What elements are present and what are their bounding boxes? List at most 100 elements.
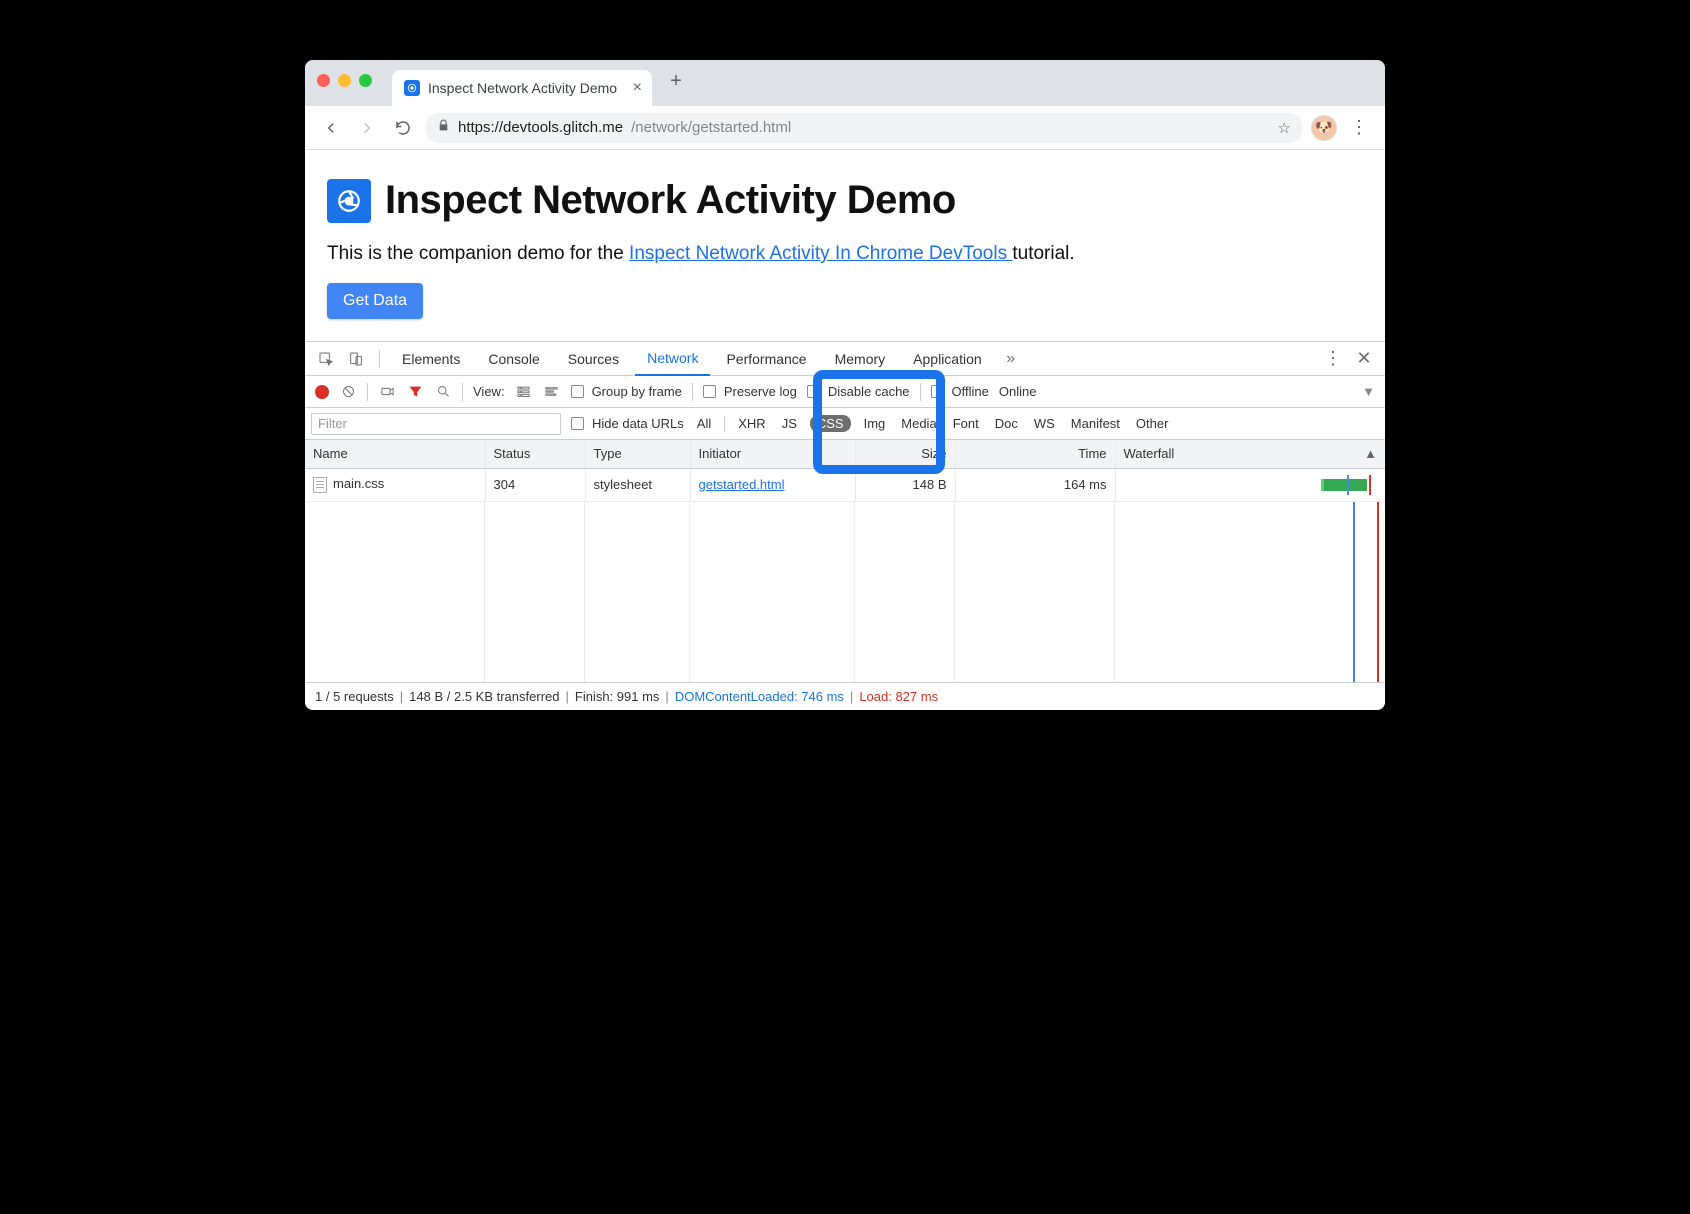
network-status-bar: 1 / 5 requests | 148 B / 2.5 KB transfer… xyxy=(305,682,1385,710)
filter-ws[interactable]: WS xyxy=(1031,415,1058,432)
sort-arrow-icon: ▲ xyxy=(1364,446,1377,461)
devtools-panel: Elements Console Sources Network Perform… xyxy=(305,341,1385,710)
clear-icon[interactable] xyxy=(339,383,357,401)
col-size[interactable]: Size xyxy=(855,440,955,468)
overview-icon[interactable] xyxy=(543,383,561,401)
url-host: https://devtools.glitch.me xyxy=(458,119,623,136)
cell-waterfall xyxy=(1115,468,1385,501)
tutorial-link[interactable]: Inspect Network Activity In Chrome DevTo… xyxy=(629,243,1012,264)
table-row[interactable]: main.css 304 stylesheet getstarted.html … xyxy=(305,468,1385,501)
address-bar: https://devtools.glitch.me/network/getst… xyxy=(305,106,1385,150)
status-dcl: DOMContentLoaded: 746 ms xyxy=(675,689,844,704)
subtext-after: tutorial. xyxy=(1012,243,1074,264)
page-subtext: This is the companion demo for the Inspe… xyxy=(327,243,1363,265)
page-content: Inspect Network Activity Demo This is th… xyxy=(305,150,1385,341)
large-rows-icon[interactable] xyxy=(515,383,533,401)
page-logo-icon xyxy=(327,179,371,223)
tab-strip: Inspect Network Activity Demo × + xyxy=(305,60,1385,106)
tab-elements[interactable]: Elements xyxy=(390,342,472,376)
filter-manifest[interactable]: Manifest xyxy=(1068,415,1123,432)
url-path: /network/getstarted.html xyxy=(631,119,791,136)
minimize-window-icon[interactable] xyxy=(338,74,351,87)
cell-initiator[interactable]: getstarted.html xyxy=(699,477,785,492)
device-toolbar-icon[interactable] xyxy=(343,346,369,372)
inspect-element-icon[interactable] xyxy=(313,346,339,372)
cell-time: 164 ms xyxy=(955,468,1115,501)
network-table-body-empty xyxy=(305,502,1385,682)
status-finish: Finish: 991 ms xyxy=(575,689,660,704)
online-label[interactable]: Online xyxy=(999,384,1037,399)
browser-tab[interactable]: Inspect Network Activity Demo × xyxy=(392,70,652,106)
filter-other[interactable]: Other xyxy=(1133,415,1172,432)
chrome-menu-icon[interactable]: ⋮ xyxy=(1345,114,1373,142)
group-by-frame-checkbox[interactable]: Group by frame xyxy=(571,384,682,399)
cell-name: main.css xyxy=(333,476,384,491)
tab-console[interactable]: Console xyxy=(476,342,551,376)
type-filters: All XHR JS CSS Img Media Font Doc WS Man… xyxy=(694,415,1172,432)
filter-media[interactable]: Media xyxy=(898,415,939,432)
get-data-button[interactable]: Get Data xyxy=(327,283,423,319)
tab-network[interactable]: Network xyxy=(635,342,710,376)
col-type[interactable]: Type xyxy=(585,440,690,468)
tab-application[interactable]: Application xyxy=(901,342,994,376)
forward-button[interactable] xyxy=(353,114,381,142)
offline-checkbox[interactable]: Offline xyxy=(931,384,989,399)
filter-css[interactable]: CSS xyxy=(810,415,851,432)
omnibox[interactable]: https://devtools.glitch.me/network/getst… xyxy=(425,113,1303,143)
col-initiator[interactable]: Initiator xyxy=(690,440,855,468)
close-tab-icon[interactable]: × xyxy=(633,79,642,97)
cell-status: 304 xyxy=(485,468,585,501)
search-icon[interactable] xyxy=(434,383,452,401)
bookmark-icon[interactable]: ☆ xyxy=(1278,119,1291,137)
profile-avatar[interactable]: 🐶 xyxy=(1311,115,1337,141)
devtools-tabs: Elements Console Sources Network Perform… xyxy=(305,342,1385,376)
camera-icon[interactable] xyxy=(378,383,396,401)
table-header-row: Name Status Type Initiator Size Time Wat… xyxy=(305,440,1385,468)
back-button[interactable] xyxy=(317,114,345,142)
tab-memory[interactable]: Memory xyxy=(823,342,898,376)
filter-doc[interactable]: Doc xyxy=(992,415,1021,432)
lock-icon xyxy=(437,119,450,136)
col-status[interactable]: Status xyxy=(485,440,585,468)
record-icon[interactable] xyxy=(315,385,329,399)
subtext-before: This is the companion demo for the xyxy=(327,243,629,264)
window-controls xyxy=(317,74,372,87)
filter-img[interactable]: Img xyxy=(861,415,889,432)
more-tabs-icon[interactable]: » xyxy=(998,346,1024,372)
browser-window: Inspect Network Activity Demo × + https:… xyxy=(305,60,1385,710)
tab-performance[interactable]: Performance xyxy=(714,342,818,376)
col-name[interactable]: Name xyxy=(305,440,485,468)
page-title: Inspect Network Activity Demo xyxy=(385,178,956,223)
filter-xhr[interactable]: XHR xyxy=(735,415,768,432)
network-filter-bar: Filter Hide data URLs All XHR JS CSS Img… xyxy=(305,408,1385,440)
reload-button[interactable] xyxy=(389,114,417,142)
tab-title: Inspect Network Activity Demo xyxy=(428,80,617,96)
file-icon xyxy=(313,477,327,493)
filter-icon[interactable] xyxy=(406,383,424,401)
tab-sources[interactable]: Sources xyxy=(556,342,631,376)
hide-data-urls-checkbox[interactable]: Hide data URLs xyxy=(571,416,684,431)
col-waterfall[interactable]: Waterfall▲ xyxy=(1115,440,1385,468)
network-table: Name Status Type Initiator Size Time Wat… xyxy=(305,440,1385,502)
status-requests: 1 / 5 requests xyxy=(315,689,394,704)
new-tab-button[interactable]: + xyxy=(662,67,690,95)
close-window-icon[interactable] xyxy=(317,74,330,87)
cell-size: 148 B xyxy=(855,468,955,501)
status-load: Load: 827 ms xyxy=(859,689,938,704)
filter-font[interactable]: Font xyxy=(950,415,982,432)
favicon-icon xyxy=(404,80,420,96)
devtools-menu-icon[interactable]: ⋮ xyxy=(1319,345,1347,373)
preserve-log-checkbox[interactable]: Preserve log xyxy=(703,384,797,399)
filter-input[interactable]: Filter xyxy=(311,413,561,435)
disable-cache-checkbox[interactable]: Disable cache xyxy=(807,384,910,399)
status-transferred: 148 B / 2.5 KB transferred xyxy=(409,689,559,704)
close-devtools-icon[interactable]: ✕ xyxy=(1351,346,1377,372)
throttling-dropdown-icon[interactable]: ▼ xyxy=(1362,384,1375,399)
maximize-window-icon[interactable] xyxy=(359,74,372,87)
network-toolbar: View: Group by frame Preserve log Disabl… xyxy=(305,376,1385,408)
view-label: View: xyxy=(473,384,505,399)
filter-all[interactable]: All xyxy=(694,415,714,432)
filter-js[interactable]: JS xyxy=(779,415,800,432)
col-time[interactable]: Time xyxy=(955,440,1115,468)
cell-type: stylesheet xyxy=(585,468,690,501)
